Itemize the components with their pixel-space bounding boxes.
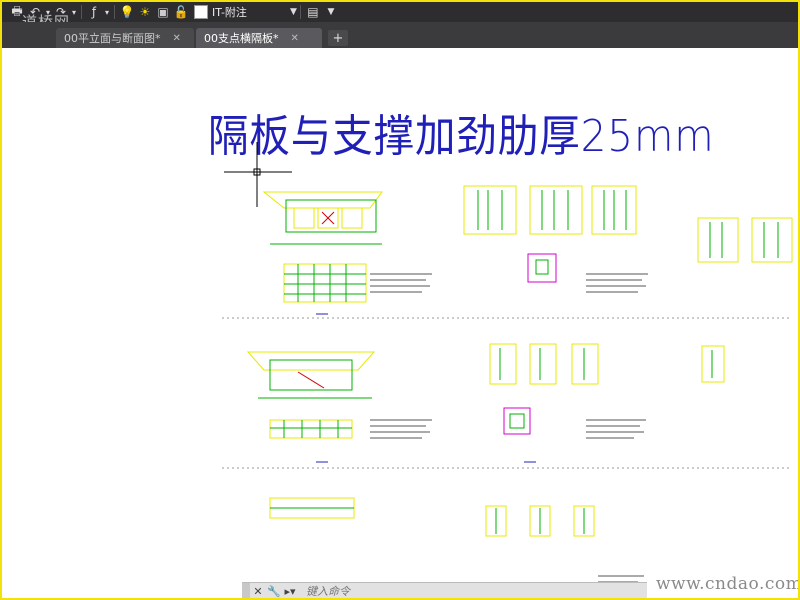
layer-color-icon[interactable]: ▣ [154, 3, 172, 21]
layer-lock-icon[interactable]: 🔓 [172, 3, 190, 21]
layer-color-swatch [194, 5, 208, 19]
match-dropdown-icon[interactable]: ▾ [103, 3, 111, 21]
layer-on-icon[interactable]: 💡 [118, 3, 136, 21]
match-properties-icon[interactable]: ƒ [85, 3, 103, 21]
close-icon[interactable]: ✕ [173, 33, 181, 44]
command-line-grip[interactable] [242, 583, 250, 598]
layer-name: IT-附注 [212, 6, 247, 19]
bottom-strip-drawing [269, 497, 355, 519]
toolbar-separator [81, 5, 82, 19]
tab-file-plan[interactable]: 00平立面与断面图* ✕ [56, 28, 194, 48]
redo-dropdown-icon[interactable]: ▾ [70, 3, 78, 21]
tab-label: 00支点横隔板* [204, 32, 279, 45]
layer-freeze-icon[interactable]: ☀ [136, 3, 154, 21]
upper-section-drawing [262, 191, 383, 303]
crosshair-cursor [224, 142, 292, 207]
app-window: 🖶 ↶ ▾ ↷ ▾ ƒ ▾ 💡 ☀ ▣ 🔓 IT-附注 ▼ ▤ ▼ 道桥网 00… [0, 0, 800, 600]
customize-toolbar-icon[interactable]: ▼ [322, 3, 340, 21]
layer-states-icon[interactable]: ▤ [304, 3, 322, 21]
notes-blocks [370, 273, 648, 583]
tab-label: 00平立面与断面图* [64, 32, 161, 45]
lower-section-drawing [246, 351, 376, 439]
command-line: ✕ 🔧 ▸▾ [242, 582, 647, 598]
detail-panels-upper [463, 185, 793, 283]
detail-panels-lower [485, 505, 595, 537]
new-tab-button[interactable]: + [328, 30, 348, 46]
command-input[interactable] [304, 583, 508, 598]
layer-combo[interactable]: IT-附注 ▼ [194, 4, 297, 20]
drawing-sheets [222, 142, 793, 583]
close-icon[interactable]: ✕ [250, 583, 266, 598]
file-tab-bar: 00平立面与断面图* ✕ 00支点横隔板* ✕ + [2, 22, 798, 48]
sheet-dividers [222, 317, 792, 469]
chevron-down-icon[interactable]: ▼ [290, 7, 297, 17]
quick-access-toolbar: 🖶 ↶ ▾ ↷ ▾ ƒ ▾ 💡 ☀ ▣ 🔓 IT-附注 ▼ ▤ ▼ 道桥网 [2, 2, 798, 31]
site-watermark: www.cndao.com [656, 574, 800, 594]
command-prompt-icon[interactable]: ▸▾ [282, 583, 298, 598]
toolbar-separator [299, 5, 301, 19]
toolbar-separator [114, 5, 115, 19]
tab-file-diaphragm[interactable]: 00支点横隔板* ✕ [196, 28, 322, 48]
wrench-icon[interactable]: 🔧 [266, 583, 282, 598]
close-icon[interactable]: ✕ [291, 33, 299, 44]
sheet-markers [316, 313, 536, 463]
drawing-canvas[interactable]: 隔板与支撑加劲肋厚25mm [2, 48, 798, 598]
